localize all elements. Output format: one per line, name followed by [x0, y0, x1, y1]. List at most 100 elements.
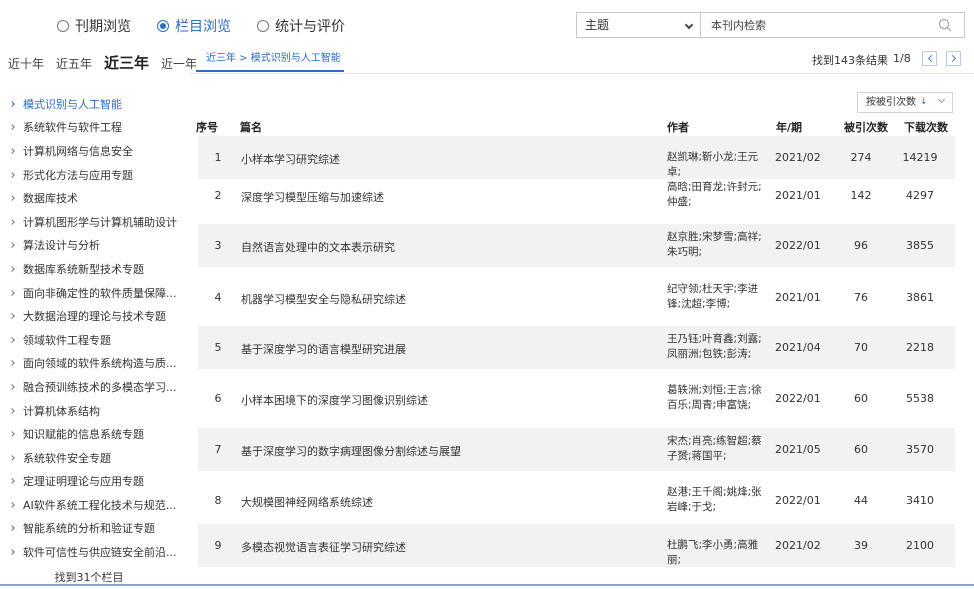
row-number: 9 — [214, 539, 222, 552]
chevron-right-icon — [9, 360, 15, 367]
sidebar-item[interactable]: 系统软件与软件工程 — [0, 116, 178, 140]
sort-select[interactable]: 按被引次数 ↓ — [857, 92, 953, 113]
row-number: 6 — [214, 392, 222, 405]
sidebar-item[interactable]: 计算机网络与信息安全 — [0, 139, 178, 163]
sidebar-item[interactable]: 面向非确定性的软件质量保障... — [0, 281, 178, 305]
sidebar-item[interactable]: 形式化方法与应用专题 — [0, 163, 178, 187]
article-authors[interactable]: 赵京胜;宋梦雪;高祥;朱巧明; — [667, 230, 771, 260]
table-row: 5 基于深度学习的语言模型研究进展 王乃钰;叶育鑫;刘露;凤丽洲;包铁;彭涛; … — [198, 326, 955, 369]
chevron-right-icon — [9, 407, 15, 414]
sidebar-item[interactable]: 大数据治理的理论与技术专题 — [0, 304, 178, 328]
article-authors[interactable]: 高晗;田育龙;许封元;仲盛; — [667, 180, 771, 210]
download-count: 2218 — [906, 341, 934, 354]
year-filter-3y[interactable]: 近三年 — [104, 52, 149, 73]
col-header-title: 篇名 — [240, 121, 262, 134]
download-count: 5538 — [906, 392, 934, 405]
sidebar-item-label: 知识赋能的信息系统专题 — [23, 428, 144, 442]
article-issue[interactable]: 2022/01 — [775, 239, 835, 252]
chevron-right-icon — [9, 124, 15, 131]
radio-statistics[interactable] — [257, 20, 269, 32]
search-scope-select[interactable]: 主题 — [576, 12, 701, 38]
article-authors[interactable]: 杜鹏飞;李小勇;高雅丽; — [667, 538, 771, 568]
chevron-right-icon — [9, 171, 15, 178]
article-title-link[interactable]: 小样本困境下的深度学习图像识别综述 — [241, 392, 661, 408]
chevron-right-icon — [9, 549, 15, 555]
col-header-author: 作者 — [667, 121, 689, 134]
sidebar-item[interactable]: 智能系统的分析和验证专题 — [0, 517, 178, 541]
article-issue[interactable]: 2021/01 — [775, 189, 835, 202]
sidebar-item[interactable]: 系统软件安全专题 — [0, 446, 178, 470]
article-authors[interactable]: 葛轶洲;刘恒;王言;徐百乐;周青;申富饶; — [667, 383, 771, 413]
sidebar-item[interactable]: 数据库技术 — [0, 186, 178, 210]
tab-column-browse[interactable]: 栏目浏览 — [157, 16, 231, 36]
sidebar-item[interactable]: 领域软件工程专题 — [0, 328, 178, 352]
sidebar-item-label: 形式化方法与应用专题 — [23, 168, 133, 182]
col-header-downloads[interactable]: 下载次数 — [904, 119, 948, 135]
sidebar-item-label: 数据库系统新型技术专题 — [23, 262, 144, 276]
sort-arrow-icon: ↓ — [920, 97, 928, 107]
sidebar-item[interactable]: 知识赋能的信息系统专题 — [0, 422, 178, 446]
article-title-link[interactable]: 机器学习模型安全与隐私研究综述 — [241, 291, 661, 307]
article-title-link[interactable]: 小样本学习研究综述 — [241, 151, 661, 167]
search-input[interactable] — [701, 13, 921, 37]
sidebar-item[interactable]: AI软件系统工程化技术与规范... — [0, 493, 178, 517]
sidebar-item[interactable]: 计算机图形学与计算机辅助设计 — [0, 210, 178, 234]
article-title-link[interactable]: 基于深度学习的数字病理图像分割综述与展望 — [241, 443, 661, 459]
article-title-link[interactable]: 大规模图神经网络系统综述 — [241, 494, 661, 510]
table-row: 6 小样本困境下的深度学习图像识别综述 葛轶洲;刘恒;王言;徐百乐;周青;申富饶… — [198, 377, 955, 420]
table-row: 3 自然语言处理中的文本表示研究 赵京胜;宋梦雪;高祥;朱巧明; 2022/01… — [198, 224, 955, 267]
sidebar-item[interactable]: 计算机体系结构 — [0, 399, 178, 423]
sidebar-item[interactable]: 模式识别与人工智能 — [0, 92, 178, 116]
article-issue[interactable]: 2021/02 — [775, 539, 835, 552]
prev-page-button[interactable] — [922, 51, 937, 66]
radio-column-browse[interactable] — [157, 20, 169, 32]
year-filter-10y[interactable]: 近十年 — [8, 55, 44, 72]
article-authors[interactable]: 纪守领;杜天宇;李进锋;沈超;李博; — [667, 282, 771, 312]
article-title-link[interactable]: 基于深度学习的语言模型研究进展 — [241, 341, 661, 357]
article-authors[interactable]: 王乃钰;叶育鑫;刘露;凤丽洲;包铁;彭涛; — [667, 332, 771, 362]
tab-statistics[interactable]: 统计与评价 — [257, 16, 345, 36]
search-icon[interactable] — [938, 18, 952, 32]
tab-column-browse-label: 栏目浏览 — [175, 19, 231, 35]
chevron-right-icon — [9, 100, 15, 107]
citation-count: 39 — [854, 539, 868, 552]
citation-count: 96 — [854, 239, 868, 252]
citation-count: 60 — [854, 392, 868, 405]
article-title-link[interactable]: 自然语言处理中的文本表示研究 — [241, 239, 661, 255]
article-issue[interactable]: 2022/01 — [775, 494, 835, 507]
sidebar-item[interactable]: 融合预训练技术的多模态学习... — [0, 375, 178, 399]
article-authors[interactable]: 宋杰;肖亮;练智超;蔡子赟;蒋国平; — [667, 434, 771, 464]
article-issue[interactable]: 2021/04 — [775, 341, 835, 354]
chevron-right-icon — [9, 266, 15, 272]
sidebar-item[interactable]: 数据库系统新型技术专题 — [0, 257, 178, 281]
article-issue[interactable]: 2022/01 — [775, 392, 835, 405]
article-title-link[interactable]: 深度学习模型压缩与加速综述 — [241, 189, 661, 205]
next-page-button[interactable] — [946, 51, 961, 66]
download-count: 2100 — [906, 539, 934, 552]
top-bar: 刊期浏览 栏目浏览 统计与评价 主题 — [0, 0, 974, 50]
year-filter-5y[interactable]: 近五年 — [56, 55, 92, 72]
breadcrumb[interactable]: 近三年 > 模式识别与人工智能 — [196, 46, 344, 72]
article-issue[interactable]: 2021/05 — [775, 443, 835, 456]
sidebar-item[interactable]: 算法设计与分析 — [0, 234, 178, 258]
download-count: 3861 — [906, 291, 934, 304]
year-filter-1y[interactable]: 近一年 — [161, 55, 197, 72]
chevron-right-icon — [9, 313, 15, 319]
sidebar-item-label: 定理证明理论与应用专题 — [23, 475, 144, 489]
article-issue[interactable]: 2021/01 — [775, 291, 835, 304]
sidebar-item[interactable]: 软件可信性与供应链安全前沿... — [0, 540, 178, 564]
article-title-link[interactable]: 多模态视觉语言表征学习研究综述 — [241, 539, 661, 555]
col-header-cited[interactable]: 被引次数 — [844, 119, 888, 135]
article-authors[interactable]: 赵港;王千阁;姚烽;张岩峰;于戈; — [667, 485, 771, 515]
chevron-right-icon — [9, 218, 15, 225]
sidebar-item[interactable]: 定理证明理论与应用专题 — [0, 470, 178, 494]
citation-count: 76 — [854, 291, 868, 304]
tab-issue-browse[interactable]: 刊期浏览 — [57, 16, 131, 36]
sort-label: 按被引次数 — [866, 97, 916, 108]
sidebar-item[interactable]: 面向领域的软件系统构造与质... — [0, 352, 178, 376]
download-count: 4297 — [906, 189, 934, 202]
article-issue[interactable]: 2021/02 — [775, 151, 835, 164]
sidebar-item-label: 面向非确定性的软件质量保障... — [23, 286, 177, 300]
radio-issue-browse[interactable] — [57, 20, 69, 32]
sidebar-item-label: 模式识别与人工智能 — [23, 97, 122, 111]
